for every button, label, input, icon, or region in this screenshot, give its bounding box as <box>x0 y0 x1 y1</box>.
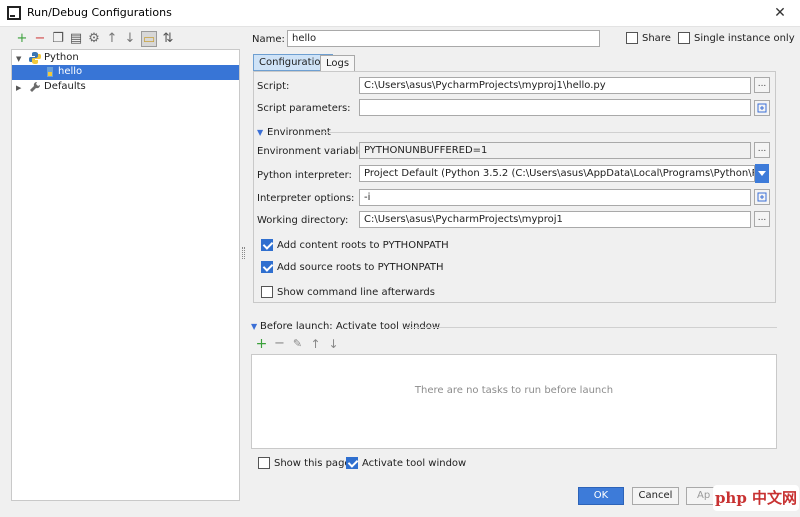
python-file-icon <box>47 67 53 77</box>
window-title: Run/Debug Configurations <box>27 6 172 19</box>
wrench-icon <box>30 81 41 92</box>
empty-tasks-message: There are no tasks to run before launch <box>414 385 614 396</box>
name-label: Name: <box>252 34 285 45</box>
close-icon[interactable]: ✕ <box>766 3 794 23</box>
env-vars-input[interactable]: PYTHONUNBUFFERED=1 <box>359 142 751 159</box>
move-up-icon[interactable]: ↑ <box>104 31 120 47</box>
interpreter-label: Python interpreter: <box>257 170 352 181</box>
share-label: Share <box>642 33 671 44</box>
show-cmdline-checkbox[interactable] <box>261 286 273 298</box>
show-this-page-checkbox[interactable] <box>258 457 270 469</box>
single-instance-checkbox[interactable] <box>678 32 690 44</box>
cancel-button[interactable]: Cancel <box>632 487 679 505</box>
copy-icon[interactable]: ❐ <box>50 31 66 47</box>
chevron-down-icon <box>758 171 766 176</box>
name-input[interactable]: hello <box>287 30 600 47</box>
add-task-icon[interactable]: + <box>254 337 269 351</box>
add-content-roots-label: Add content roots to PYTHONPATH <box>277 240 449 251</box>
tree-item-hello[interactable]: hello <box>12 65 239 80</box>
interp-options-input[interactable]: -i <box>359 189 751 206</box>
ok-button[interactable]: OK <box>578 487 624 505</box>
before-launch-toggle-icon[interactable]: ▼ <box>251 322 257 331</box>
config-tree[interactable]: ▼ Python hello ▶ Defaults <box>11 49 240 501</box>
interpreter-select[interactable]: Project Default (Python 3.5.2 (C:\Users\… <box>359 165 755 182</box>
tree-item-defaults-label: Defaults <box>44 81 86 92</box>
python-icon <box>29 52 41 64</box>
interpreter-dropdown-button[interactable] <box>755 164 769 183</box>
browse-working-dir-button[interactable]: ... <box>754 211 770 227</box>
chevron-down-icon[interactable]: ▼ <box>16 55 24 63</box>
script-params-input[interactable] <box>359 99 751 116</box>
working-dir-input[interactable]: C:\Users\asus\PycharmProjects\myproj1 <box>359 211 751 228</box>
environment-separator <box>322 132 770 133</box>
expand-icon <box>757 192 767 202</box>
sort-icon[interactable]: ⇅ <box>160 31 176 47</box>
add-source-roots-checkbox[interactable] <box>261 261 273 273</box>
expand-icon <box>757 103 767 113</box>
before-launch-separator <box>405 327 777 328</box>
chevron-right-icon[interactable]: ▶ <box>16 84 24 92</box>
tree-item-python-label: Python <box>44 52 79 63</box>
activate-tool-window-checkbox[interactable] <box>346 457 358 469</box>
working-dir-label: Working directory: <box>257 215 349 226</box>
show-cmdline-label: Show command line afterwards <box>277 287 435 298</box>
activate-tool-window-label: Activate tool window <box>362 458 467 469</box>
move-task-down-icon[interactable]: ↓ <box>326 337 341 351</box>
show-this-page-label: Show this page <box>274 458 351 469</box>
add-icon[interactable]: + <box>14 31 30 47</box>
interp-options-label: Interpreter options: <box>257 193 355 204</box>
watermark-logo: php 中文网 <box>714 489 798 507</box>
edit-task-icon[interactable]: ✎ <box>290 337 305 351</box>
add-content-roots-checkbox[interactable] <box>261 239 273 251</box>
script-input[interactable]: C:\Users\asus\PycharmProjects\myproj1\he… <box>359 77 751 94</box>
remove-icon[interactable]: − <box>32 31 48 47</box>
tree-item-defaults[interactable]: ▶ Defaults <box>12 80 239 95</box>
edit-defaults-icon[interactable]: ⚙ <box>86 31 102 47</box>
expand-params-button[interactable] <box>754 100 770 116</box>
script-label: Script: <box>257 81 290 92</box>
environment-toggle-icon[interactable]: ▼ <box>257 128 263 137</box>
move-down-icon[interactable]: ↓ <box>122 31 138 47</box>
env-vars-label: Environment variables: <box>257 146 373 157</box>
splitter-handle[interactable] <box>242 247 245 259</box>
tree-item-python[interactable]: ▼ Python <box>12 51 239 66</box>
expand-options-button[interactable] <box>754 189 770 205</box>
tree-item-hello-label: hello <box>58 66 83 77</box>
app-icon <box>7 6 21 20</box>
remove-task-icon[interactable]: − <box>272 337 287 351</box>
add-source-roots-label: Add source roots to PYTHONPATH <box>277 262 444 273</box>
folder-icon[interactable]: ▭ <box>141 31 157 47</box>
script-params-label: Script parameters: <box>257 103 351 114</box>
browse-script-button[interactable]: ... <box>754 77 770 93</box>
tab-logs[interactable]: Logs <box>320 55 356 72</box>
save-icon[interactable]: ▤ <box>68 31 84 47</box>
move-task-up-icon[interactable]: ↑ <box>308 337 323 351</box>
edit-env-vars-button[interactable]: ... <box>754 142 770 158</box>
before-launch-task-list[interactable]: There are no tasks to run before launch <box>251 354 777 449</box>
share-checkbox[interactable] <box>626 32 638 44</box>
single-instance-label: Single instance only <box>694 33 795 44</box>
